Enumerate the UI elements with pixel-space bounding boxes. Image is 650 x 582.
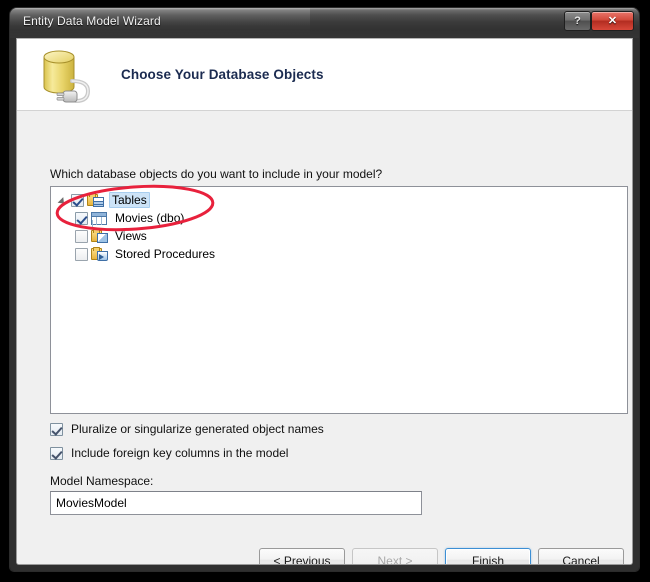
question-mark-icon: ? xyxy=(574,14,581,27)
tree-node-movies[interactable]: Movies (dbo) xyxy=(51,209,627,227)
stored-procedures-folder-icon xyxy=(91,247,108,261)
question-label: Which database objects do you want to in… xyxy=(50,167,383,181)
pluralize-option[interactable]: Pluralize or singularize generated objec… xyxy=(50,422,324,436)
tree-node-label: Movies (dbo) xyxy=(115,211,185,225)
model-namespace-label: Model Namespace: xyxy=(50,474,154,488)
tree-node-stored-procedures[interactable]: Stored Procedures xyxy=(51,245,627,263)
finish-button[interactable]: Finish xyxy=(445,548,531,564)
cancel-button[interactable]: Cancel xyxy=(538,548,624,564)
tree-node-views[interactable]: Views xyxy=(51,227,627,245)
movies-checkbox[interactable] xyxy=(75,211,88,225)
tables-folder-icon xyxy=(87,193,104,207)
table-icon xyxy=(91,211,107,225)
close-button[interactable]: ✕ xyxy=(591,11,634,31)
dialog-window: Entity Data Model Wizard ? ✕ Choose Your… xyxy=(10,8,639,571)
pluralize-label: Pluralize or singularize generated objec… xyxy=(71,422,324,436)
views-folder-icon xyxy=(91,229,108,243)
database-objects-treeview[interactable]: Tables Movies (dbo) Views Stored Procedu… xyxy=(50,186,628,414)
foreign-key-checkbox[interactable] xyxy=(50,446,63,460)
help-button[interactable]: ? xyxy=(564,11,591,31)
expander-collapse-icon[interactable] xyxy=(57,193,71,207)
close-icon: ✕ xyxy=(607,14,618,27)
stored-procedures-checkbox[interactable] xyxy=(75,247,88,261)
dialog-client-area: Choose Your Database Objects Which datab… xyxy=(16,38,633,565)
previous-button[interactable]: < Previous xyxy=(259,548,345,564)
database-plug-icon xyxy=(43,50,91,103)
tables-checkbox[interactable] xyxy=(71,193,84,207)
model-namespace-input[interactable] xyxy=(50,491,422,515)
foreign-key-option[interactable]: Include foreign key columns in the model xyxy=(50,446,288,460)
tree-node-label: Views xyxy=(115,229,147,243)
tree-node-label: Stored Procedures xyxy=(115,247,216,261)
page-title: Choose Your Database Objects xyxy=(121,67,324,82)
pluralize-checkbox[interactable] xyxy=(50,422,63,436)
wizard-banner: Choose Your Database Objects xyxy=(17,39,632,111)
views-checkbox[interactable] xyxy=(75,229,88,243)
title-bar: Entity Data Model Wizard ? ✕ xyxy=(10,8,639,38)
next-button: Next > xyxy=(352,548,438,564)
window-title: Entity Data Model Wizard xyxy=(23,14,161,28)
foreign-key-label: Include foreign key columns in the model xyxy=(71,446,289,460)
dialog-body: Which database objects do you want to in… xyxy=(17,112,632,564)
tree-node-label: Tables xyxy=(109,192,150,208)
tree-node-tables[interactable]: Tables xyxy=(51,191,627,209)
